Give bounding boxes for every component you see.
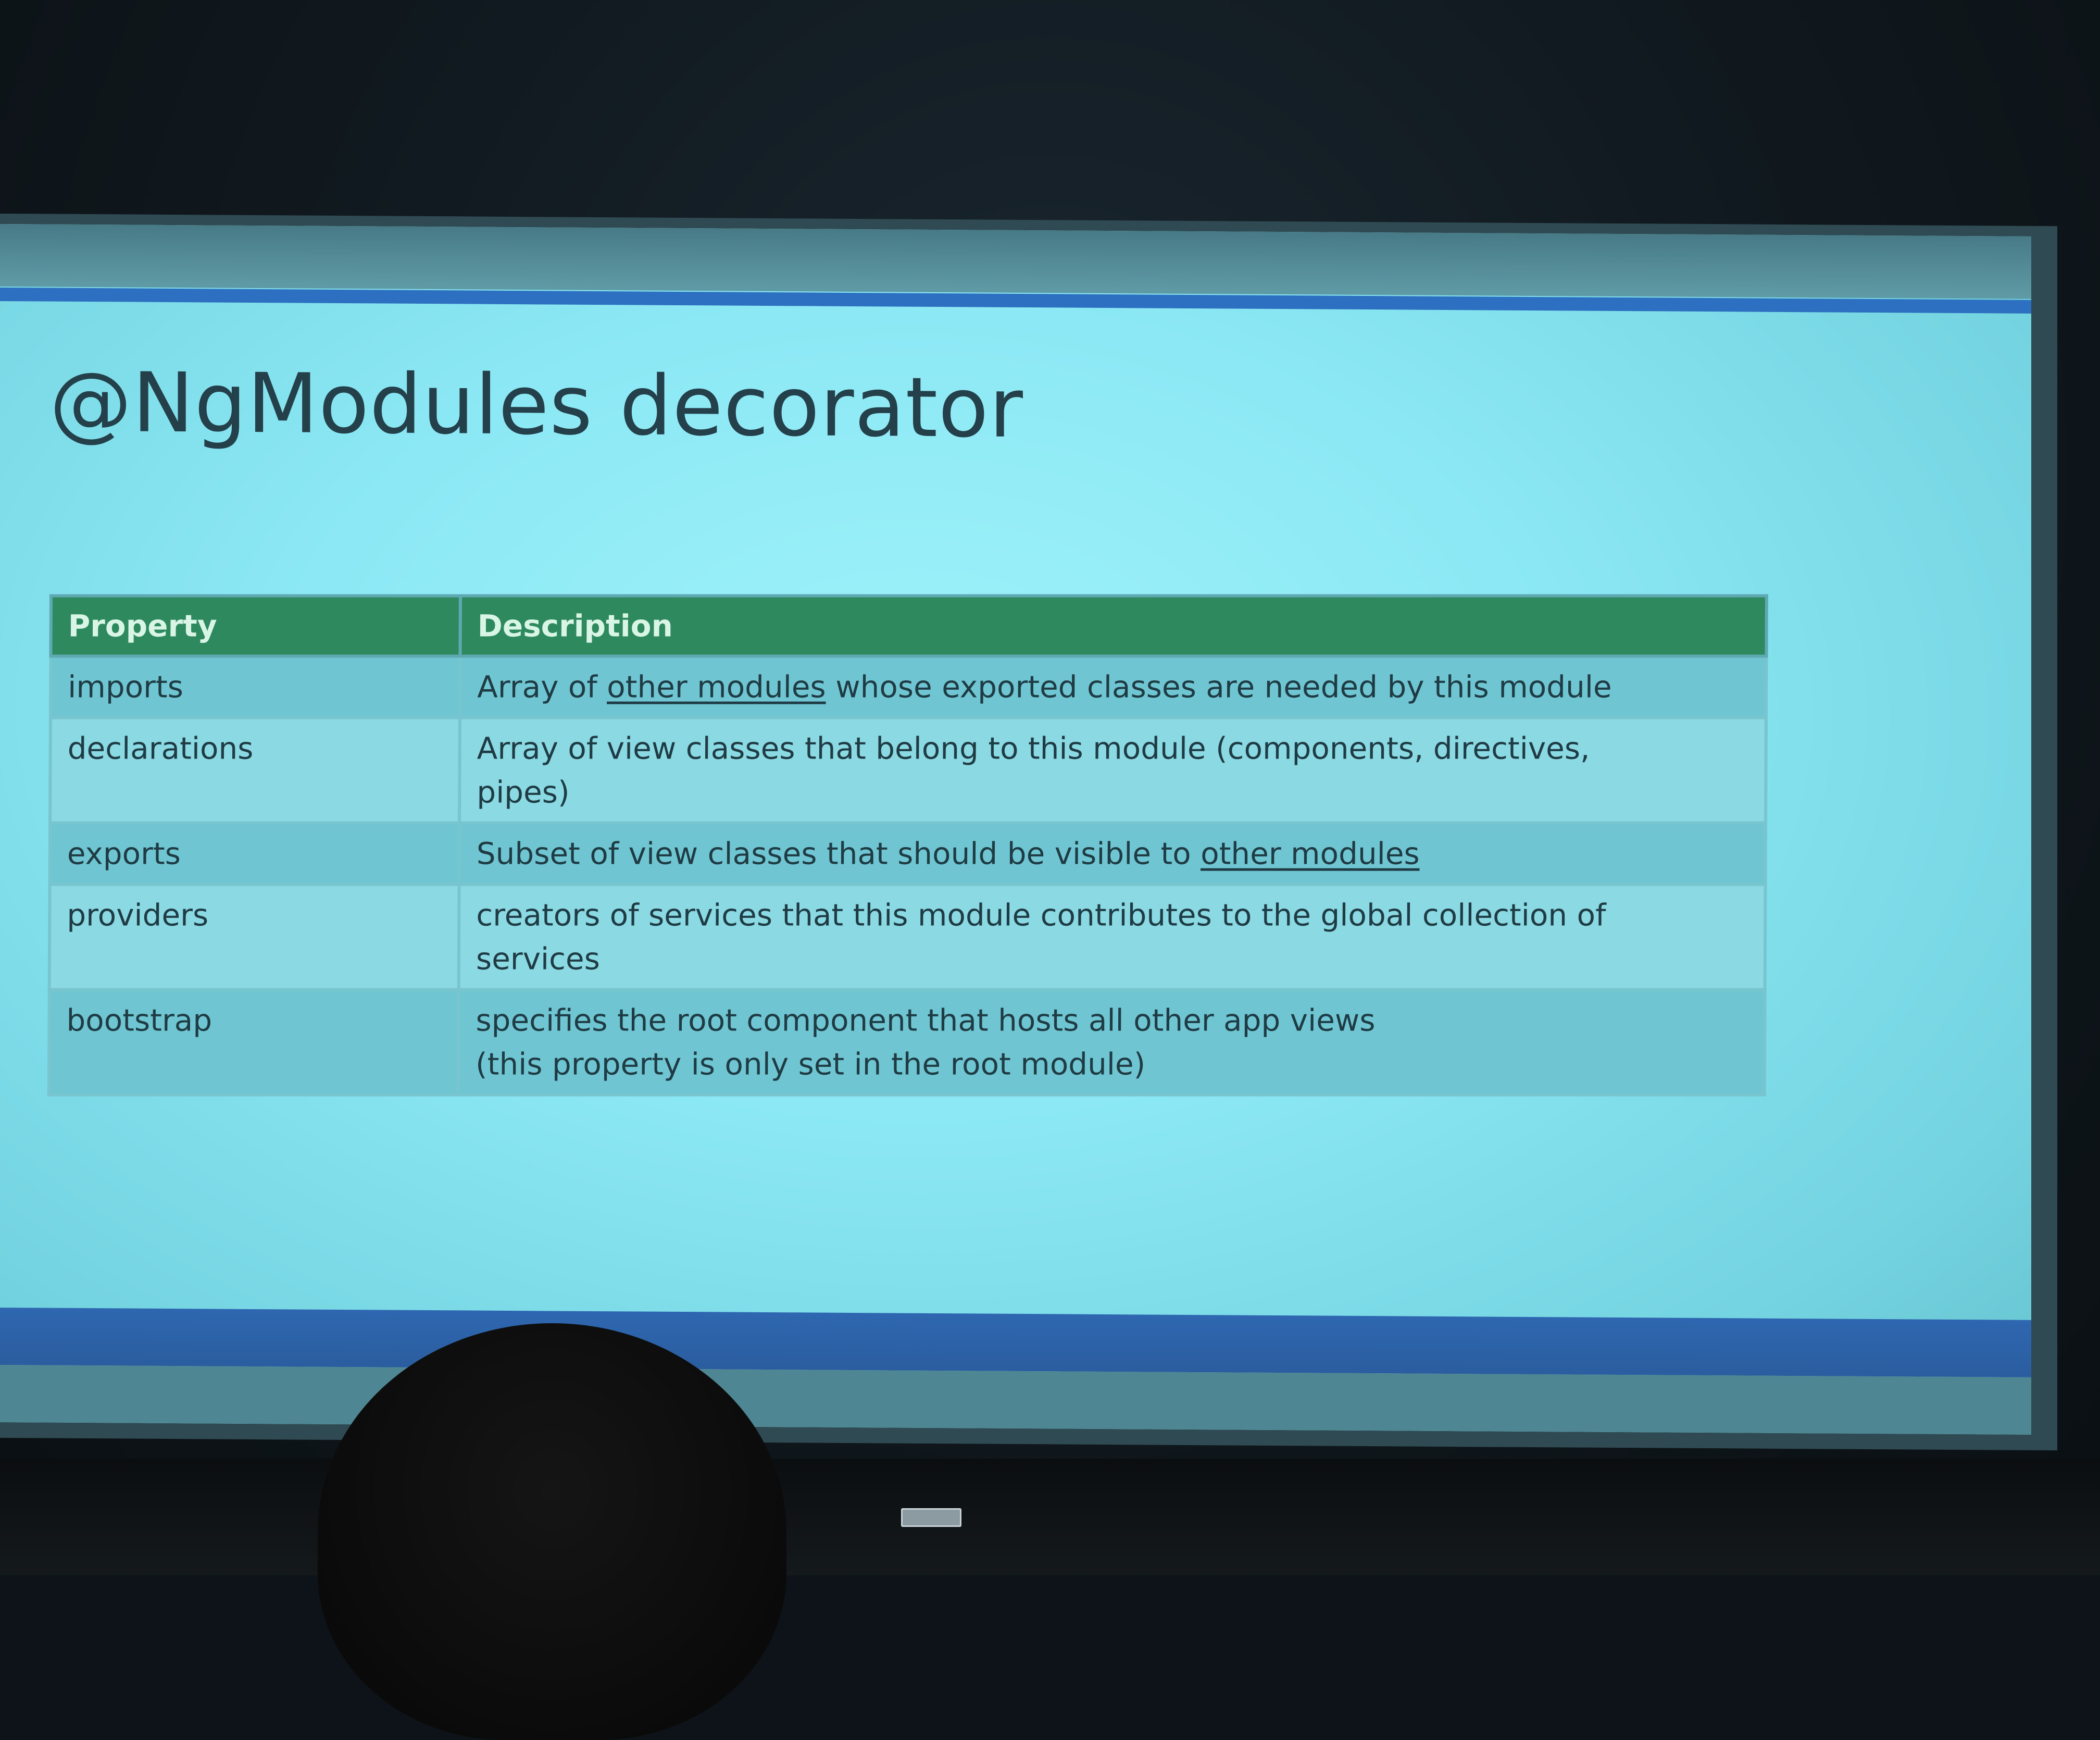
description-cell: specifies the root component that hosts … bbox=[458, 989, 1765, 1095]
description-text: Subset of view classes that should be vi… bbox=[476, 836, 1201, 872]
table-row: declarations Array of view classes that … bbox=[50, 717, 1766, 823]
slide-top-band bbox=[0, 224, 2031, 299]
description-line: (this property is only set in the root m… bbox=[475, 1046, 1146, 1082]
description-text: Array of bbox=[477, 669, 607, 705]
room-floor bbox=[0, 1459, 2100, 1575]
description-line: services bbox=[476, 941, 601, 977]
description-text: whose exported classes are needed by thi… bbox=[826, 669, 1612, 705]
description-cell: Subset of view classes that should be vi… bbox=[459, 823, 1766, 885]
description-cell: Array of view classes that belong to thi… bbox=[459, 717, 1766, 823]
audience-head-silhouette bbox=[318, 1323, 786, 1740]
description-line: creators of services that this module co… bbox=[476, 897, 1606, 933]
property-cell: providers bbox=[49, 884, 459, 990]
description-cell: creators of services that this module co… bbox=[458, 884, 1766, 990]
properties-table: Property Description imports Array of ot… bbox=[47, 594, 1768, 1097]
table-row: imports Array of other modules whose exp… bbox=[50, 656, 1767, 718]
description-line: Array of view classes that belong to thi… bbox=[477, 730, 1590, 766]
description-line: specifies the root component that hosts … bbox=[476, 1002, 1376, 1038]
table-row: exports Subset of view classes that shou… bbox=[49, 823, 1766, 885]
table-row: bootstrap specifies the root component t… bbox=[48, 989, 1765, 1095]
property-cell: bootstrap bbox=[48, 989, 459, 1095]
header-property: Property bbox=[51, 595, 460, 656]
description-underlined-text: other modules bbox=[1201, 836, 1420, 872]
table-row: providers creators of services that this… bbox=[49, 884, 1766, 990]
property-cell: exports bbox=[49, 823, 460, 885]
property-cell: declarations bbox=[50, 717, 460, 823]
description-cell: Array of other modules whose exported cl… bbox=[459, 656, 1767, 718]
projector-logo bbox=[901, 1508, 961, 1527]
description-underlined-text: other modules bbox=[607, 669, 826, 705]
property-cell: imports bbox=[50, 656, 460, 718]
description-line: pipes) bbox=[477, 774, 570, 810]
presentation-slide: @NgModules decorator Property Descriptio… bbox=[0, 224, 2031, 1435]
table-header-row: Property Description bbox=[51, 595, 1767, 656]
slide-title: @NgModules decorator bbox=[49, 354, 1023, 457]
header-description: Description bbox=[460, 595, 1767, 656]
